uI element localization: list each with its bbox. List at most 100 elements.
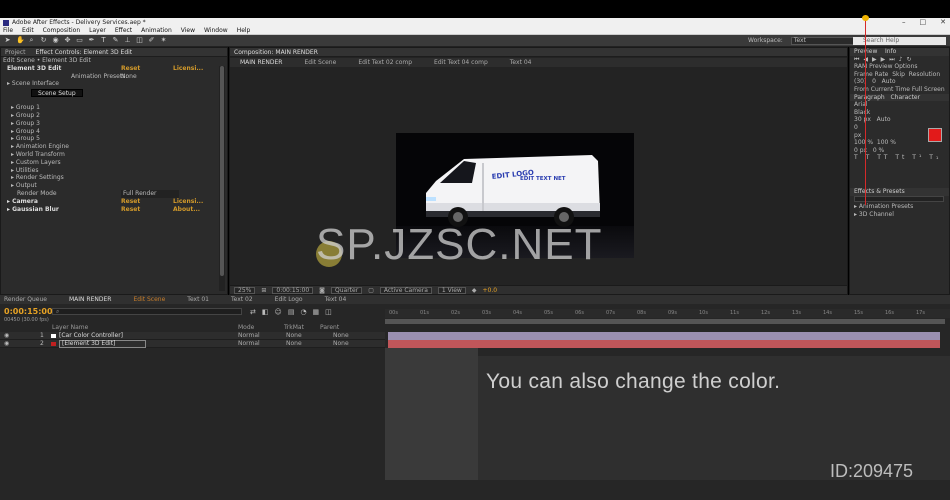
effect-row-element-3d[interactable]: Element 3D Edit Reset Licensi... xyxy=(1,65,227,73)
zoom-tool-icon[interactable]: ⌕ xyxy=(28,37,35,44)
subtab-edit-scene[interactable]: Edit Scene xyxy=(304,59,336,66)
close-button[interactable]: ✕ xyxy=(940,18,946,26)
eraser-tool-icon[interactable]: ◫ xyxy=(136,37,143,44)
layer-duration-bar[interactable] xyxy=(388,340,940,348)
visibility-eye-icon[interactable]: ◉ xyxy=(4,332,9,340)
loop-icon[interactable]: ↻ xyxy=(907,56,916,63)
utilities-row[interactable]: ▸ Utilities xyxy=(1,167,227,175)
faux-italic-button[interactable]: T xyxy=(866,154,873,161)
first-frame-icon[interactable]: ⏮ xyxy=(854,56,863,63)
menu-animation[interactable]: Animation xyxy=(141,27,172,34)
menu-layer[interactable]: Layer xyxy=(89,27,106,34)
subtab-main-render[interactable]: MAIN RENDER xyxy=(240,59,282,66)
tab-composition[interactable]: Composition: MAIN RENDER xyxy=(234,49,318,56)
scene-interface-row[interactable]: ▸ Scene Interface xyxy=(1,80,227,88)
tab-text-04[interactable]: Text 04 xyxy=(325,296,347,303)
effect-controls-scrollbar[interactable] xyxy=(219,66,225,291)
menu-effect[interactable]: Effect xyxy=(115,27,132,34)
tab-character[interactable]: Character xyxy=(890,94,920,101)
frame-blending-icon[interactable]: ▤ xyxy=(288,308,295,316)
layer-parent-select[interactable]: None xyxy=(333,332,349,340)
group-row[interactable]: ▸ Group 1 xyxy=(1,104,227,112)
motion-blur-icon[interactable]: ◔ xyxy=(300,308,306,316)
tab-paragraph[interactable]: Paragraph xyxy=(854,94,885,101)
reset-link[interactable]: Reset xyxy=(121,65,140,73)
menu-edit[interactable]: Edit xyxy=(22,27,34,34)
reset-link[interactable]: Reset xyxy=(121,206,140,214)
rotate-tool-icon[interactable]: ↻ xyxy=(40,37,47,44)
resolution-field[interactable]: Auto xyxy=(882,78,896,85)
subtab-text-04[interactable]: Text 04 xyxy=(510,59,532,66)
superscript-button[interactable]: T¹ xyxy=(912,154,924,161)
column-layer-name[interactable]: Layer Name xyxy=(52,324,88,331)
render-settings-row[interactable]: ▸ Render Settings xyxy=(1,174,227,182)
draft-3d-icon[interactable]: ◧ xyxy=(262,308,269,316)
roto-brush-tool-icon[interactable]: ✐ xyxy=(148,37,155,44)
brainstorm-icon[interactable]: ▦ xyxy=(313,308,320,316)
brush-tool-icon[interactable]: ✎ xyxy=(112,37,119,44)
render-mode-select[interactable]: Full Render xyxy=(121,189,179,198)
menu-composition[interactable]: Composition xyxy=(43,27,80,34)
scene-setup-button[interactable]: Scene Setup xyxy=(31,89,83,98)
clone-stamp-tool-icon[interactable]: ⊥ xyxy=(124,37,131,44)
layer-mode-select[interactable]: Normal xyxy=(238,332,260,340)
rectangle-tool-icon[interactable]: ▭ xyxy=(76,37,83,44)
subtab-edit-text-02[interactable]: Edit Text 02 comp xyxy=(358,59,412,66)
layer-row[interactable]: ◉ 2 [Element 3D Edit] Normal None None xyxy=(0,340,385,348)
visibility-eye-icon[interactable]: ◉ xyxy=(4,340,9,348)
last-frame-icon[interactable]: ⏭ xyxy=(889,56,898,63)
workspace-select[interactable]: Text xyxy=(790,37,859,45)
playhead-knob[interactable] xyxy=(862,15,869,21)
comp-mini-flowchart-icon[interactable]: ⇄ xyxy=(250,308,256,316)
views-select[interactable]: 1 View xyxy=(437,286,466,294)
layer-search-input[interactable]: ⌕ xyxy=(52,308,242,315)
snapshot-icon[interactable]: ◙ xyxy=(319,287,325,294)
tab-text-01[interactable]: Text 01 xyxy=(187,296,209,303)
font-size-value[interactable]: 30 px xyxy=(854,116,871,123)
gaussian-blur-effect-row[interactable]: ▸ Gaussian Blur Reset About... xyxy=(1,206,227,214)
subtab-edit-text-04[interactable]: Edit Text 04 comp xyxy=(434,59,488,66)
license-link[interactable]: Licensi... xyxy=(173,65,203,73)
time-ruler[interactable]: 00s 01s 02s 03s 04s 05s 06s 07s 08s 09s 10s 11s 12s 1… xyxy=(385,309,950,318)
zoom-select[interactable]: 25% xyxy=(234,286,256,294)
audio-icon[interactable]: ♪ xyxy=(899,56,907,63)
small-caps-button[interactable]: Tt xyxy=(895,154,907,161)
tab-effect-controls[interactable]: Effect Controls: Element 3D Edit xyxy=(36,49,133,56)
layer-parent-select[interactable]: None xyxy=(333,340,349,348)
vertical-scale-value[interactable]: 100 % xyxy=(854,139,873,146)
puppet-tool-icon[interactable]: ✶ xyxy=(160,37,167,44)
leading-value[interactable]: Auto xyxy=(877,116,891,123)
effects-item-3d-channel[interactable]: ▸ 3D Channel xyxy=(850,211,949,219)
resolution-select[interactable]: Quarter xyxy=(331,286,363,294)
animation-presets-select[interactable]: None xyxy=(121,73,137,81)
hide-shy-icon[interactable]: ☺ xyxy=(275,308,282,316)
skip-field[interactable]: 0 xyxy=(872,78,876,85)
work-area-bar[interactable] xyxy=(385,319,945,324)
layer-name[interactable]: [Element 3D Edit] xyxy=(59,340,147,348)
graph-editor-icon[interactable]: ◫ xyxy=(325,308,332,316)
from-current-time-checkbox[interactable]: From Current Time xyxy=(854,86,910,93)
menu-view[interactable]: View xyxy=(181,27,195,34)
layer-mode-select[interactable]: Normal xyxy=(238,340,260,348)
tab-main-render[interactable]: MAIN RENDER xyxy=(69,296,111,303)
play-icon[interactable]: ▶ xyxy=(872,56,881,63)
menu-file[interactable]: File xyxy=(3,27,13,34)
fast-preview-icon[interactable]: ◆ xyxy=(472,287,477,294)
tsume-value[interactable]: 0 % xyxy=(873,147,884,154)
menu-help[interactable]: Help xyxy=(237,27,251,34)
type-tool-icon[interactable]: T xyxy=(100,37,107,44)
menu-window[interactable]: Window xyxy=(204,27,228,34)
layer-name[interactable]: [Car Color Controller] xyxy=(59,332,123,340)
world-transform-row[interactable]: ▸ World Transform xyxy=(1,151,227,159)
output-row[interactable]: ▸ Output xyxy=(1,182,227,190)
playhead-indicator[interactable] xyxy=(862,15,869,205)
group-row[interactable]: ▸ Group 2 xyxy=(1,112,227,120)
custom-layers-row[interactable]: ▸ Custom Layers xyxy=(1,159,227,167)
camera-select[interactable]: Active Camera xyxy=(379,286,432,294)
layer-row[interactable]: ◉ 1 [Car Color Controller] Normal None N… xyxy=(0,332,385,340)
fill-color-swatch[interactable] xyxy=(928,128,942,142)
camera-effect-row[interactable]: ▸ Camera Reset Licensi... xyxy=(1,198,227,206)
column-mode[interactable]: Mode xyxy=(238,324,254,331)
layer-trkmat-select[interactable]: None xyxy=(286,332,302,340)
current-time-display[interactable]: 0:00:15:00 xyxy=(272,286,314,294)
